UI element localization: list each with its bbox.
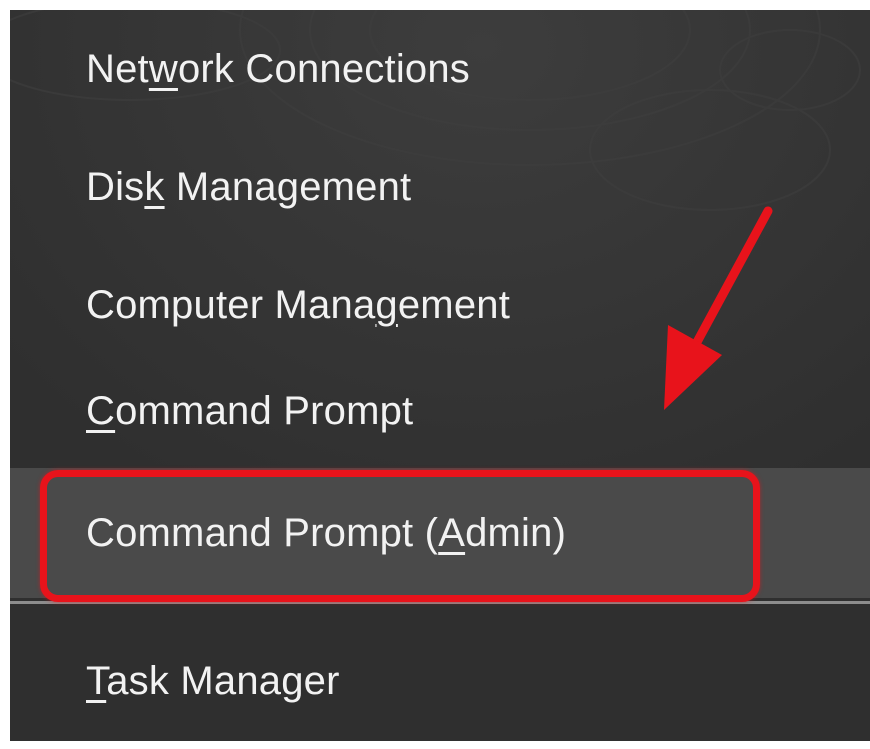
highlight-annotation-box: [40, 470, 760, 602]
context-menu-screenshot: Network Connections Disk Management Comp…: [10, 10, 870, 741]
menu-item-label: Computer Management: [86, 282, 511, 327]
menu-item-label: Command Prompt: [86, 388, 414, 433]
menu-item-label: Task Manager: [86, 658, 340, 703]
menu-item-label: Network Connections: [86, 46, 470, 91]
menu-item-network-connections[interactable]: Network Connections: [10, 10, 870, 128]
menu-item-label: Disk Management: [86, 164, 412, 209]
menu-item-task-manager[interactable]: Task Manager: [10, 622, 870, 740]
red-arrow-icon: [664, 206, 773, 410]
